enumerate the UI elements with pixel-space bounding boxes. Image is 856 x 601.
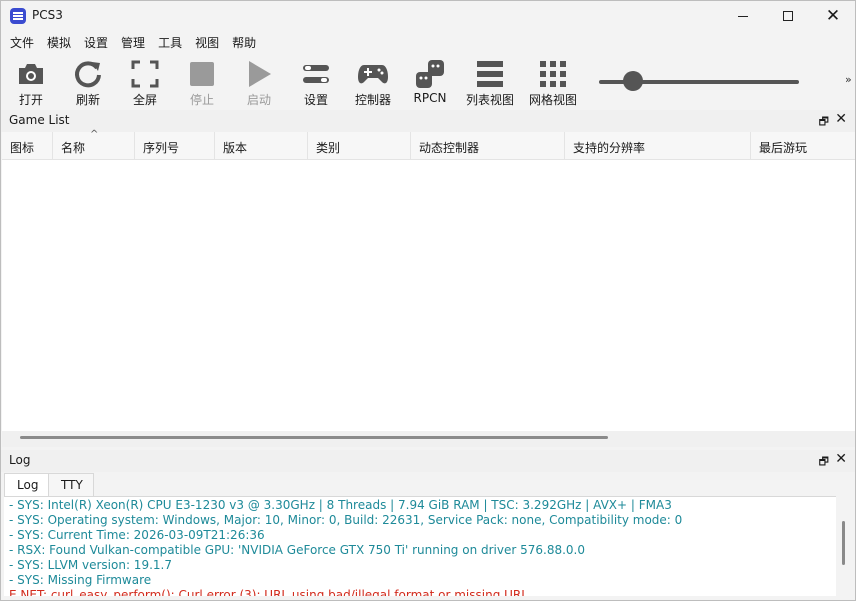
column-version[interactable]: 版本 [215, 132, 308, 160]
list-view-label: 列表视图 [465, 93, 514, 107]
app-logo-icon [10, 8, 26, 24]
refresh-button[interactable]: 刷新 [59, 53, 117, 109]
menu-view[interactable]: 视图 [188, 31, 225, 53]
maximize-button[interactable] [765, 1, 811, 31]
fullscreen-icon [129, 58, 161, 90]
refresh-label: 刷新 [75, 93, 100, 107]
column-icon[interactable]: 图标 [2, 132, 53, 160]
close-icon: ✕ [825, 6, 841, 26]
game-list-dock-title: Game List 🗗 ✕ [1, 110, 855, 132]
start-label: 启动 [246, 93, 271, 107]
refresh-icon [72, 58, 104, 90]
minimize-icon [738, 15, 748, 17]
log-output[interactable]: - SYS: Intel(R) Xeon(R) CPU E3-1230 v3 @… [4, 496, 836, 596]
stop-icon [186, 58, 218, 90]
list-view-icon [474, 58, 506, 90]
grid-view-icon [537, 58, 569, 90]
icon-size-slider-handle[interactable] [623, 71, 643, 91]
pads-label: 控制器 [354, 93, 391, 107]
column-serial[interactable]: 序列号 [135, 132, 215, 160]
log-line: - SYS: LLVM version: 19.1.7 [9, 558, 172, 572]
log-close-icon[interactable]: ✕ [835, 451, 847, 467]
log-vertical-scrollbar[interactable] [842, 521, 845, 565]
game-list-table[interactable]: 图标 名称 序列号 版本 类别 动态控制器 支持的分辨率 最后游玩 ^ [2, 129, 855, 445]
camera-icon [15, 58, 47, 90]
stop-button[interactable]: 停止 [173, 53, 231, 109]
open-label: 打开 [18, 93, 43, 107]
rpcn-icon [414, 58, 446, 90]
toolbar-overflow-icon[interactable]: » [845, 73, 852, 86]
grid-view-label: 网格视图 [528, 93, 577, 107]
menu-configuration[interactable]: 设置 [77, 31, 114, 53]
rpcn-button[interactable]: RPCN [401, 53, 459, 109]
menu-bar: 文件 模拟 设置 管理 工具 视图 帮助 [1, 31, 855, 53]
menu-file[interactable]: 文件 [3, 31, 40, 53]
settings-button[interactable]: 设置 [287, 53, 345, 109]
game-list-title: Game List [9, 113, 70, 127]
menu-emulation[interactable]: 模拟 [40, 31, 77, 53]
window-title: PCS3 [32, 8, 63, 22]
pcs3-main-window: PCS3 ✕ 文件 模拟 设置 管理 工具 视图 帮助 打开 刷新 全屏 停止 … [0, 0, 856, 601]
title-bar[interactable]: PCS3 ✕ [1, 1, 855, 31]
log-title: Log [9, 453, 31, 467]
game-list-close-icon[interactable]: ✕ [835, 111, 847, 127]
log-line: - SYS: Missing Firmware [9, 573, 152, 587]
minimize-button[interactable] [720, 1, 766, 31]
menu-utilities[interactable]: 工具 [151, 31, 188, 53]
log-line: - RSX: Found Vulkan-compatible GPU: 'NVI… [9, 543, 585, 557]
column-last-played[interactable]: 最后游玩 [751, 132, 855, 160]
grid-view-button[interactable]: 网格视图 [524, 53, 582, 109]
settings-sliders-icon [300, 58, 332, 90]
list-view-button[interactable]: 列表视图 [461, 53, 519, 109]
fullscreen-label: 全屏 [132, 93, 157, 107]
horizontal-scrollbar[interactable] [20, 436, 608, 439]
sort-ascending-icon: ^ [90, 129, 99, 140]
log-tab-bar: Log TTY [1, 473, 855, 497]
stop-label: 停止 [189, 93, 214, 107]
maximize-icon [783, 11, 793, 21]
rpcn-label: RPCN [413, 91, 447, 105]
log-float-icon[interactable]: 🗗 [819, 453, 829, 472]
menu-manage[interactable]: 管理 [114, 31, 151, 53]
menu-help[interactable]: 帮助 [225, 31, 262, 53]
settings-label: 设置 [303, 93, 328, 107]
gamepad-icon [357, 58, 389, 90]
close-button[interactable]: ✕ [810, 1, 855, 31]
game-list-scroll-area [2, 431, 855, 447]
start-button[interactable]: 启动 [230, 53, 288, 109]
log-line: E NET: curl_easy_perform(): Curl error (… [9, 588, 528, 596]
column-category[interactable]: 类别 [308, 132, 411, 160]
log-dock-title: Log 🗗 ✕ [1, 450, 855, 472]
log-line: - SYS: Current Time: 2026-03-09T21:26:36 [9, 528, 265, 542]
log-line: - SYS: Intel(R) Xeon(R) CPU E3-1230 v3 @… [9, 498, 672, 512]
column-name-label: 名称 [61, 141, 86, 155]
column-resolutions[interactable]: 支持的分辨率 [565, 132, 751, 160]
open-button[interactable]: 打开 [2, 53, 60, 109]
game-list-float-icon[interactable]: 🗗 [819, 113, 829, 132]
game-list-header: 图标 名称 序列号 版本 类别 动态控制器 支持的分辨率 最后游玩 [2, 132, 855, 160]
column-move[interactable]: 动态控制器 [411, 132, 565, 160]
tab-tty[interactable]: TTY [48, 473, 94, 497]
play-icon [243, 58, 275, 90]
fullscreen-button[interactable]: 全屏 [116, 53, 174, 109]
log-line: - SYS: Operating system: Windows, Major:… [9, 513, 683, 527]
pads-button[interactable]: 控制器 [344, 53, 402, 109]
tab-log[interactable]: Log [4, 473, 50, 497]
